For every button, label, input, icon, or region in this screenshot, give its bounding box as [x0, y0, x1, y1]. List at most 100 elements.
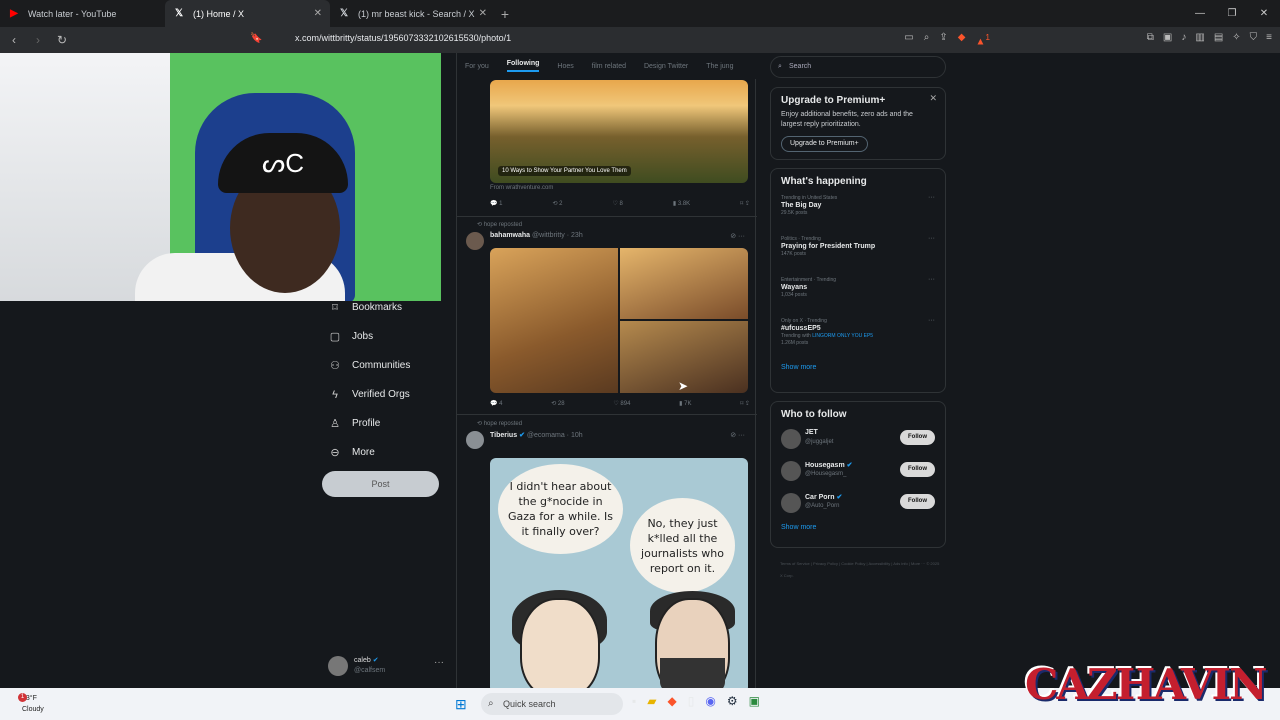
tab-film-related[interactable]: film related: [592, 63, 626, 70]
brave-shield-icon[interactable]: ◆: [958, 32, 966, 47]
leo-ai-icon[interactable]: ✧: [1232, 32, 1240, 43]
link-source[interactable]: From wrathventure.com: [490, 185, 553, 191]
extension-icon[interactable]: ⧉: [1147, 32, 1154, 43]
tab-following[interactable]: Following: [506, 60, 540, 72]
search-placeholder: Search: [789, 63, 812, 70]
post-image[interactable]: 10 Ways to Show Your Partner You Love Th…: [490, 80, 748, 183]
tab-for-you[interactable]: For you: [465, 63, 489, 70]
tab-x-search[interactable]: 𝕏 (1) mr beast kick - Search / X ✕: [330, 0, 495, 27]
bookmark-icon[interactable]: 🔖: [250, 33, 262, 44]
maximize-icon[interactable]: ❐: [1216, 0, 1248, 27]
close-tab-icon[interactable]: ✕: [314, 8, 322, 19]
follow-suggestion[interactable]: JET @juggaljet Follow: [781, 424, 935, 456]
upgrade-premium-button[interactable]: Upgrade to Premium+: [781, 136, 868, 152]
more-icon[interactable]: ···: [928, 194, 935, 201]
brave-browser-icon[interactable]: ◆: [668, 694, 677, 708]
follow-suggestion[interactable]: Housegasm ✔ @Housegasm_ Follow: [781, 456, 935, 488]
bookmark-post-icon[interactable]: ⌑ ⇪: [740, 400, 750, 407]
music-icon[interactable]: ♪: [1181, 32, 1186, 43]
show-more-link[interactable]: Show more: [781, 364, 935, 371]
post-photo-grid[interactable]: [490, 248, 748, 393]
sidebar-icon[interactable]: ▥: [1195, 32, 1204, 43]
close-icon[interactable]: ✕: [929, 93, 937, 104]
more-icon[interactable]: ···: [928, 276, 935, 283]
view-count: 3.8K: [677, 201, 691, 207]
close-window-icon[interactable]: ✕: [1248, 0, 1280, 27]
like-button[interactable]: ♡ 894: [613, 400, 630, 407]
weather-widget[interactable]: 1 93°F Cloudy: [18, 693, 44, 715]
follow-button[interactable]: Follow: [900, 430, 935, 445]
forward-icon[interactable]: ›: [28, 33, 48, 47]
cast-icon[interactable]: ▭: [904, 32, 913, 47]
tab-design-twitter[interactable]: Design Twitter: [644, 63, 688, 70]
discord-icon[interactable]: ◉: [705, 694, 715, 708]
screenshot-icon[interactable]: ▣: [1163, 32, 1172, 43]
post-author[interactable]: Tiberius ✔ @ecomama · 10h: [490, 431, 583, 439]
more-icon[interactable]: ···: [434, 657, 444, 668]
trend-related-link[interactable]: LINGORM ONLY YOU EP5: [812, 333, 873, 339]
follow-button[interactable]: Follow: [900, 462, 935, 477]
more-icon[interactable]: ⊘ ···: [730, 431, 745, 439]
taskbar-search-label: Quick search: [503, 699, 556, 709]
repost-button[interactable]: ⟲ 2: [552, 200, 562, 207]
task-view-icon[interactable]: ▪: [632, 694, 636, 708]
windows-start-icon[interactable]: ⊞: [455, 696, 467, 713]
trend-item[interactable]: Trending in United States The Big Day 29…: [781, 191, 935, 232]
steam-icon[interactable]: ⚙: [727, 694, 738, 708]
more-icon[interactable]: ···: [928, 317, 935, 324]
more-icon[interactable]: ···: [928, 235, 935, 242]
post-button[interactable]: Post: [322, 471, 439, 497]
follow-button[interactable]: Follow: [900, 494, 935, 509]
app-icon[interactable]: ▣: [749, 694, 760, 708]
minimize-icon[interactable]: —: [1184, 0, 1216, 27]
sidebar-item-communities[interactable]: ⚇ Communities: [320, 351, 450, 380]
avatar[interactable]: [466, 431, 484, 449]
photo-1[interactable]: [490, 248, 618, 393]
file-explorer-icon[interactable]: ▰: [647, 694, 656, 708]
reload-icon[interactable]: ↻: [52, 33, 72, 47]
brave-rewards-icon[interactable]: ▲1: [975, 32, 990, 47]
tab-youtube[interactable]: ▶ Watch later - YouTube: [0, 0, 165, 27]
repost-button[interactable]: ⟲ 28: [551, 400, 564, 407]
repost-text: hope reposted: [483, 421, 523, 427]
back-icon[interactable]: ‹: [4, 33, 24, 47]
notepad-icon[interactable]: ▯: [688, 694, 695, 708]
avatar[interactable]: [466, 232, 484, 250]
views-button[interactable]: ▮ 7K: [679, 400, 691, 407]
tab-the-jung[interactable]: The jung: [706, 63, 733, 70]
speech-bubble-left: I didn't hear about the g*nocide in Gaza…: [498, 464, 623, 554]
taskbar-search[interactable]: ⌕ Quick search: [481, 693, 623, 715]
footer-links[interactable]: Terms of Service | Privacy Policy | Cook…: [780, 558, 940, 582]
more-icon[interactable]: ⊘ ···: [730, 232, 745, 240]
trend-item[interactable]: Entertainment · Trending Wayans 1,034 po…: [781, 273, 935, 314]
account-switcher[interactable]: caleb ✔ @calfsem ···: [328, 653, 448, 679]
vpn-icon[interactable]: ⛉: [1250, 32, 1258, 43]
sidebar-item-verified-orgs[interactable]: ϟ Verified Orgs: [320, 380, 450, 409]
menu-icon[interactable]: ≡: [1266, 32, 1272, 43]
sidebar-item-more[interactable]: ⊖ More: [320, 438, 450, 467]
wallet-icon[interactable]: ▤: [1214, 32, 1223, 43]
follow-suggestion[interactable]: Car Porn ✔ @Auto_Porn Follow: [781, 488, 935, 520]
like-button[interactable]: ♡ 8: [613, 200, 623, 207]
show-more-link[interactable]: Show more: [781, 524, 935, 531]
trend-item[interactable]: Politics · Trending Praying for Presiden…: [781, 232, 935, 273]
post-author[interactable]: bahamwaha @wittbritty · 23h: [490, 232, 583, 239]
tab-hoes[interactable]: Hoes: [557, 63, 573, 70]
like-count: 894: [620, 401, 631, 407]
new-tab-button[interactable]: +: [495, 6, 515, 22]
zoom-icon[interactable]: ⌕: [924, 32, 930, 47]
reply-button[interactable]: 💬 4: [490, 400, 502, 407]
reply-button[interactable]: 💬 1: [490, 200, 502, 207]
url-field[interactable]: x.com/wittbritty/status/1956073332102615…: [295, 33, 511, 43]
trend-item[interactable]: Only on X · Trending #ufcussEP5 Trending…: [781, 314, 935, 360]
search-input[interactable]: ⌕ Search: [770, 56, 946, 78]
photo-2[interactable]: [620, 248, 748, 319]
close-tab-icon[interactable]: ✕: [479, 8, 487, 19]
sidebar-item-jobs[interactable]: ▢ Jobs: [320, 322, 450, 351]
tab-x-home[interactable]: 𝕏 (1) Home / X ✕: [165, 0, 330, 27]
share-icon[interactable]: ⇪: [939, 32, 947, 47]
sidebar-item-profile[interactable]: ♙ Profile: [320, 409, 450, 438]
bookmark-post-icon[interactable]: ⌑ ⇪: [740, 200, 750, 207]
comic-image[interactable]: I didn't hear about the g*nocide in Gaza…: [490, 458, 748, 688]
views-button[interactable]: ▮ 3.8K: [673, 200, 690, 207]
